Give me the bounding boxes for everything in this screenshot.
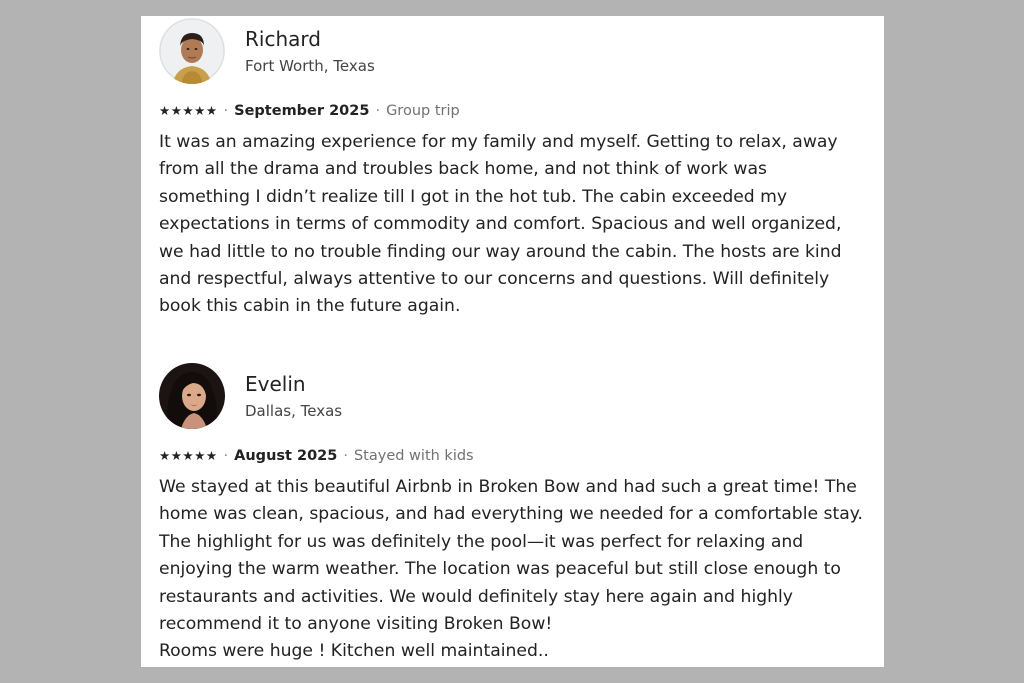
reviewer-name: Evelin [245,372,306,396]
review-text-line: We stayed at this beautiful Airbnb in Br… [159,477,857,497]
review-text-line: recommend it to anyone visiting Broken B… [159,614,553,635]
review-text-line: enjoying the warm weather. The location … [159,559,841,580]
review-text: We stayed at this beautiful Airbnb in Br… [159,474,879,666]
review-text-line: restaurants and activities. We would def… [159,586,793,607]
separator-dot: · [375,103,381,119]
reviews-card: Richard Fort Worth, Texas ★★★★★ · Septem… [141,16,884,667]
reviewer-name: Richard [245,27,321,51]
review-text-line: It was an amazing experience for my fami… [159,132,838,152]
trip-type: Stayed with kids [353,448,474,464]
separator-dot: · [343,448,348,464]
separator-dot: · [223,103,229,119]
review-text-line: something I didn’t realize till I got in… [159,186,788,207]
review-meta: ★★★★★ · September 2025 · Group trip [159,101,460,121]
reviewer-location: Dallas, Texas [245,402,343,420]
review-text-line: book this cabin in the future again. [159,296,461,317]
review-date: August 2025 [234,448,338,464]
review-text: It was an amazing experience for my fami… [159,129,879,321]
avatar[interactable] [159,18,225,84]
review-text-line: home was clean, spacious, and had everyt… [159,504,863,525]
review-date: September 2025 [234,103,370,119]
avatar[interactable] [159,363,225,429]
reviewer-location: Fort Worth, Texas [245,57,375,75]
review-text-line: Rooms were huge ! Kitchen well maintaine… [159,641,549,662]
review-text-line: and respectful, always attentive to our … [159,269,830,290]
review-meta: ★★★★★ · August 2025 · Stayed with kids [159,446,474,466]
trip-type: Group trip [386,103,460,119]
avatar-photo [159,363,225,429]
separator-dot: · [223,448,229,464]
star-rating-icon: ★★★★★ [159,103,218,118]
review-text-line: expectations in terms of commodity and c… [159,214,842,235]
review-text-line: we had little to no trouble finding our … [159,241,842,262]
star-rating-icon: ★★★★★ [159,448,218,463]
review-text-line: The highlight for us was definitely the … [159,531,804,552]
review-text-line: from all the drama and troubles back hom… [159,159,767,180]
avatar-photo [159,18,225,84]
